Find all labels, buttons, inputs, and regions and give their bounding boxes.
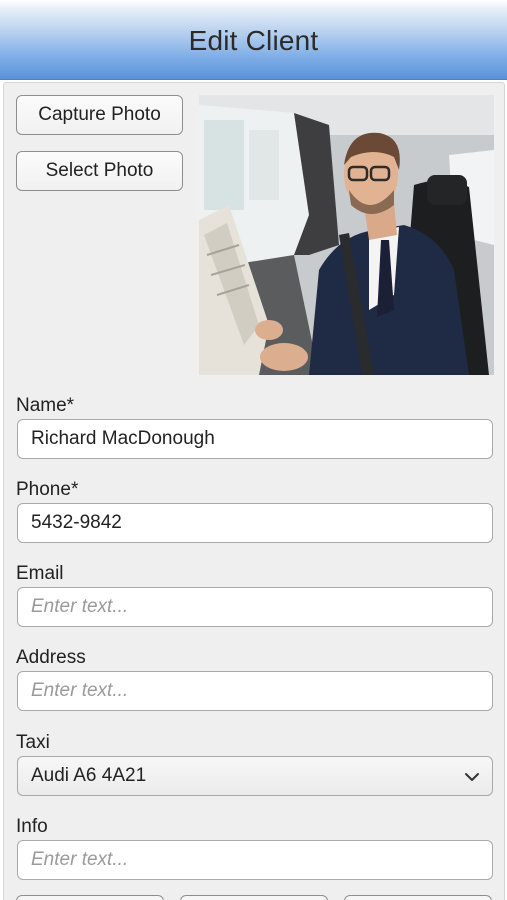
taxi-label: Taxi	[16, 732, 50, 753]
capture-photo-button[interactable]: Capture Photo	[16, 95, 183, 135]
email-label: Email	[16, 563, 64, 584]
bottom-action-button-2[interactable]	[180, 895, 328, 900]
client-photo	[199, 95, 494, 375]
address-field[interactable]: Enter text...	[17, 671, 493, 711]
taxi-select[interactable]: Audi A6 4A21	[17, 756, 493, 796]
chevron-down-icon	[465, 773, 479, 781]
client-photo-image	[199, 95, 494, 375]
name-field[interactable]: Richard MacDonough	[17, 419, 493, 459]
name-label: Name*	[16, 395, 75, 416]
bottom-action-button-1[interactable]	[16, 895, 164, 900]
bottom-action-button-3[interactable]	[344, 895, 492, 900]
phone-label: Phone*	[16, 479, 79, 500]
client-form-panel: Capture Photo Select Photo Name* Richard…	[3, 82, 505, 900]
page-title: Edit Client	[188, 24, 319, 56]
phone-field[interactable]: 5432-9842	[17, 503, 493, 543]
app-header: Edit Client	[0, 0, 507, 80]
address-label: Address	[16, 647, 86, 668]
taxi-selected-value: Audi A6 4A21	[31, 765, 147, 786]
info-field[interactable]: Enter text...	[17, 840, 493, 880]
select-photo-button[interactable]: Select Photo	[16, 151, 183, 191]
email-field[interactable]: Enter text...	[17, 587, 493, 627]
info-label: Info	[16, 816, 48, 837]
